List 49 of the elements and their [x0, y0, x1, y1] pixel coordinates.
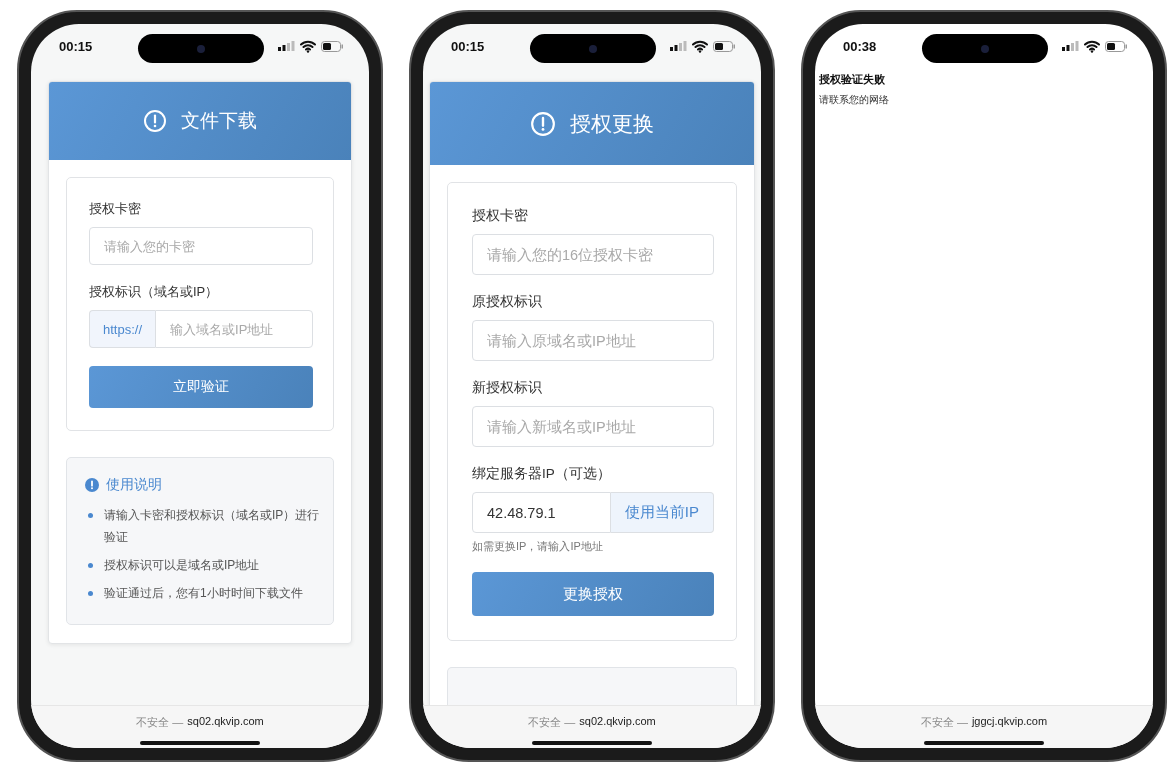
- alert-circle-icon: [530, 110, 556, 137]
- field-label: 授权标识（域名或IP）: [89, 283, 220, 301]
- security-warning: 不安全 —: [528, 715, 576, 730]
- input-field[interactable]: 输入域名或IP地址: [155, 310, 313, 348]
- bullet-dot-icon: [88, 563, 93, 568]
- status-time: 00:15: [451, 38, 485, 54]
- use-current-ip-button[interactable]: 使用当前IP: [610, 492, 714, 533]
- status-time: 00:38: [843, 38, 877, 54]
- security-warning: 不安全 —: [920, 715, 968, 730]
- status-time: 00:15: [59, 38, 93, 54]
- battery-icon: [1105, 40, 1127, 52]
- signal-icon: [670, 41, 687, 51]
- info-item: 授权标识可以是域名或IP地址: [104, 557, 260, 574]
- info-icon: [85, 478, 99, 492]
- field-hint: 如需更换IP，请输入IP地址: [472, 539, 604, 554]
- url-prefix-label: https://: [89, 310, 156, 348]
- input-field[interactable]: 请输入新域名或IP地址: [472, 406, 714, 447]
- submit-button[interactable]: 立即验证: [89, 366, 313, 408]
- battery-icon: [713, 40, 735, 52]
- address-domain[interactable]: sq02.qkvip.com: [579, 715, 656, 730]
- alert-circle-icon: [143, 109, 167, 133]
- signal-icon: [1062, 41, 1079, 51]
- info-title: 使用说明: [106, 476, 162, 494]
- battery-icon: [321, 40, 343, 52]
- field-label: 绑定服务器IP（可选）: [472, 465, 612, 483]
- address-domain[interactable]: jggcj.qkvip.com: [971, 715, 1048, 730]
- field-label: 原授权标识: [472, 293, 543, 311]
- wifi-icon: [692, 39, 708, 53]
- field-label: 授权卡密: [89, 200, 142, 218]
- address-domain[interactable]: sq02.qkvip.com: [187, 715, 264, 730]
- field-label: 授权卡密: [472, 207, 529, 225]
- info-item: 验证通过后，您有1小时时间下载文件: [104, 585, 303, 602]
- error-title: 授权验证失败: [819, 72, 886, 87]
- bullet-dot-icon: [88, 513, 93, 518]
- field-label: 新授权标识: [472, 379, 543, 397]
- page-title: 授权更换: [570, 110, 654, 137]
- input-field[interactable]: 42.48.79.1: [472, 492, 611, 533]
- input-field[interactable]: 请输入您的16位授权卡密: [472, 234, 714, 275]
- submit-button[interactable]: 更换授权: [472, 572, 714, 616]
- wifi-icon: [300, 39, 316, 53]
- input-field[interactable]: 请输入您的卡密: [89, 227, 313, 265]
- page-title: 文件下载: [181, 109, 257, 133]
- error-message: 请联系您的网络: [819, 93, 890, 107]
- info-item: 请输入卡密和授权标识（域名或IP）进行验证: [104, 507, 321, 546]
- wifi-icon: [1084, 39, 1100, 53]
- security-warning: 不安全 —: [136, 715, 184, 730]
- signal-icon: [278, 41, 295, 51]
- input-field[interactable]: 请输入原域名或IP地址: [472, 320, 714, 361]
- bullet-dot-icon: [88, 591, 93, 596]
